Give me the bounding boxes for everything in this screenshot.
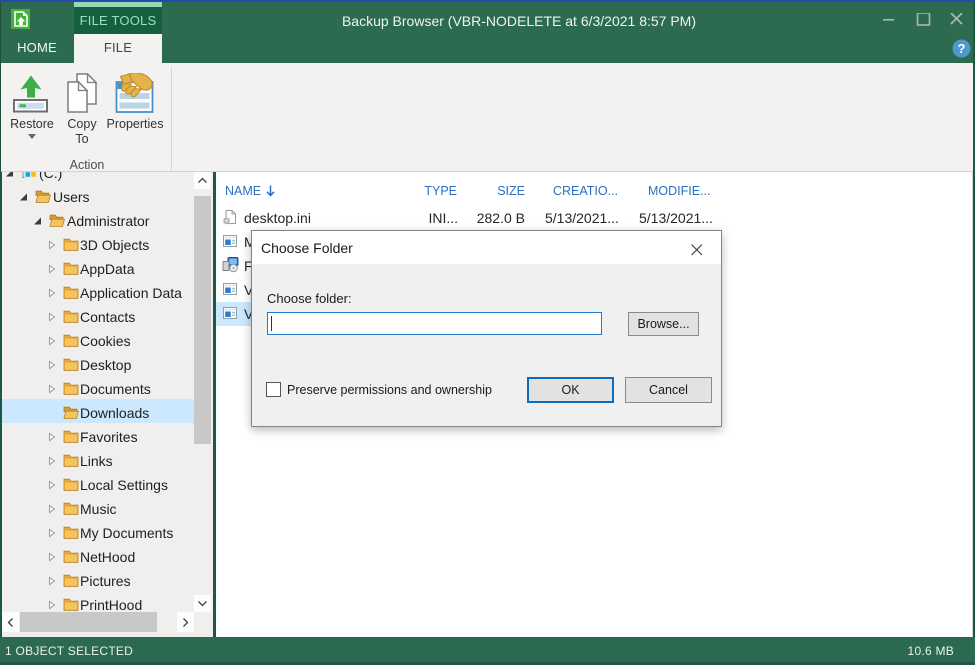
svg-text:?: ? [958, 41, 966, 56]
